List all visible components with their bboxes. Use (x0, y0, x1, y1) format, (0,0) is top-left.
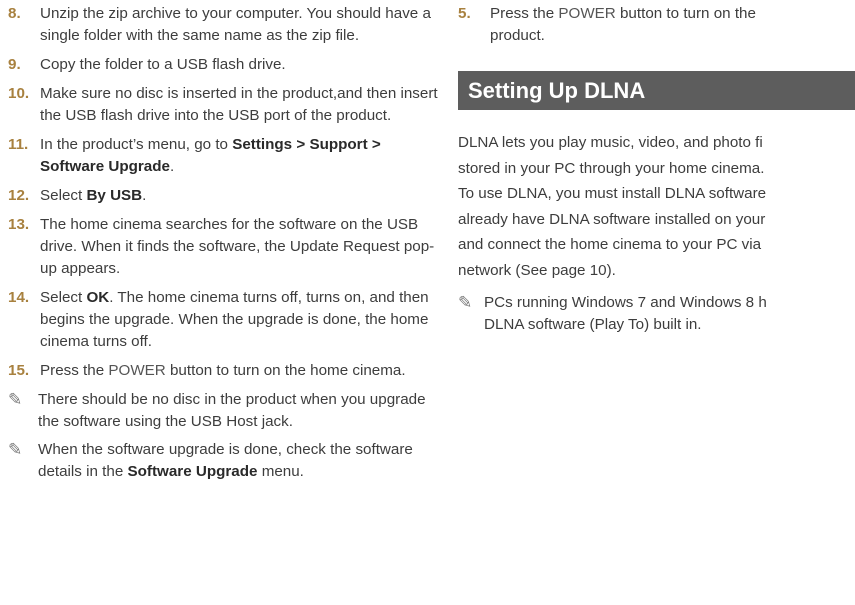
paragraph-line: DLNA lets you play music, video, and pho… (458, 134, 763, 151)
step-number: 13. (8, 216, 30, 233)
step-text: Select OK. The home cinema turns off, tu… (40, 287, 438, 353)
step-8: 8. Unzip the zip archive to your compute… (8, 3, 438, 47)
paragraph-line: network (See page 10). (458, 261, 616, 279)
step-text-post: button to turn on the home cinema. (165, 362, 406, 379)
step-number: 10. (8, 85, 30, 102)
step-text-post: . (169, 158, 175, 175)
step-text: The home cinema searches for the softwar… (40, 216, 435, 277)
step-number: 11. (8, 136, 29, 153)
left-column: 8. Unzip the zip archive to your compute… (8, 3, 438, 489)
paragraph-line: and connect the home cinema to your PC v… (458, 236, 762, 254)
step-number: 15. (8, 362, 30, 379)
step-14: 14. Select OK. The home cinema turns off… (8, 287, 438, 353)
pencil-note-icon: ✎ (8, 440, 23, 459)
step-number: 12. (8, 187, 30, 204)
step-text-pre: In the product’s menu, go to (40, 136, 233, 153)
note-text: There should be no disc in the product w… (38, 391, 426, 430)
step-number: 8. (8, 5, 21, 22)
note-check-details: ✎ When the software upgrade is done, che… (8, 439, 438, 483)
option-label: OK (86, 289, 110, 306)
note-no-disc: ✎ There should be no disc in the product… (8, 389, 438, 433)
step-11: 11. In the product’s menu, go to Setting… (8, 134, 438, 178)
step-text: In the product’s menu, go to Settings > … (40, 134, 438, 178)
step-text-pre: Select (40, 289, 87, 306)
step-13: 13. The home cinema searches for the sof… (8, 214, 438, 280)
step-text-post: . (142, 187, 147, 204)
step-number: 14. (8, 289, 30, 306)
step-9: 9. Copy the folder to a USB flash drive. (8, 54, 438, 76)
button-name: POWER (558, 5, 616, 22)
step-10: 10. Make sure no disc is inserted in the… (8, 83, 438, 127)
step-text-pre: Press the (40, 362, 109, 379)
right-column: 5. Press the POWER button to turn on the… (458, 3, 855, 336)
step-text: Unzip the zip archive to your computer. … (40, 5, 431, 44)
paragraph-line: stored in your PC through your home cine… (458, 159, 765, 177)
note-windows-dlna: ✎ PCs running Windows 7 and Windows 8 h … (458, 292, 855, 336)
menu-name: Software Upgrade (127, 463, 258, 480)
note-text: When the software upgrade is done, check… (38, 439, 438, 483)
pencil-note-icon: ✎ (8, 390, 23, 409)
section-heading: Setting Up DLNA (458, 71, 855, 110)
paragraph-line: To use DLNA, you must install DLNA softw… (458, 185, 767, 203)
step-12: 12. Select By USB. (8, 185, 438, 207)
step-5: 5. Press the POWER button to turn on the… (458, 3, 855, 47)
step-text: Select By USB. (40, 185, 438, 207)
step-text-pre: Select (40, 187, 87, 204)
step-text-line2: product. (490, 27, 545, 44)
step-text: Copy the folder to a USB flash drive. (40, 56, 286, 73)
note-line: PCs running Windows 7 and Windows 8 h (484, 293, 767, 311)
step-number: 5. (458, 5, 471, 22)
step-text: Press the POWER button to turn on the ho… (40, 360, 438, 382)
note-text-post: menu. (257, 463, 304, 480)
step-text: Make sure no disc is inserted in the pro… (40, 85, 438, 124)
step-15: 15. Press the POWER button to turn on th… (8, 360, 438, 382)
step-text-pre: Press the (490, 5, 559, 22)
dlna-paragraph: DLNA lets you play music, video, and pho… (458, 130, 855, 284)
paragraph-line: already have DLNA software installed on … (458, 210, 766, 228)
button-name: POWER (108, 362, 166, 379)
note-line: DLNA software (Play To) built in. (484, 315, 702, 333)
step-text: Press the POWER button to turn on the pr… (490, 3, 855, 47)
option-label: By USB (86, 187, 143, 204)
pencil-note-icon: ✎ (458, 292, 473, 312)
note-text: PCs running Windows 7 and Windows 8 h DL… (484, 292, 767, 336)
step-text-post: button to turn on the (615, 5, 756, 22)
step-number: 9. (8, 56, 21, 73)
